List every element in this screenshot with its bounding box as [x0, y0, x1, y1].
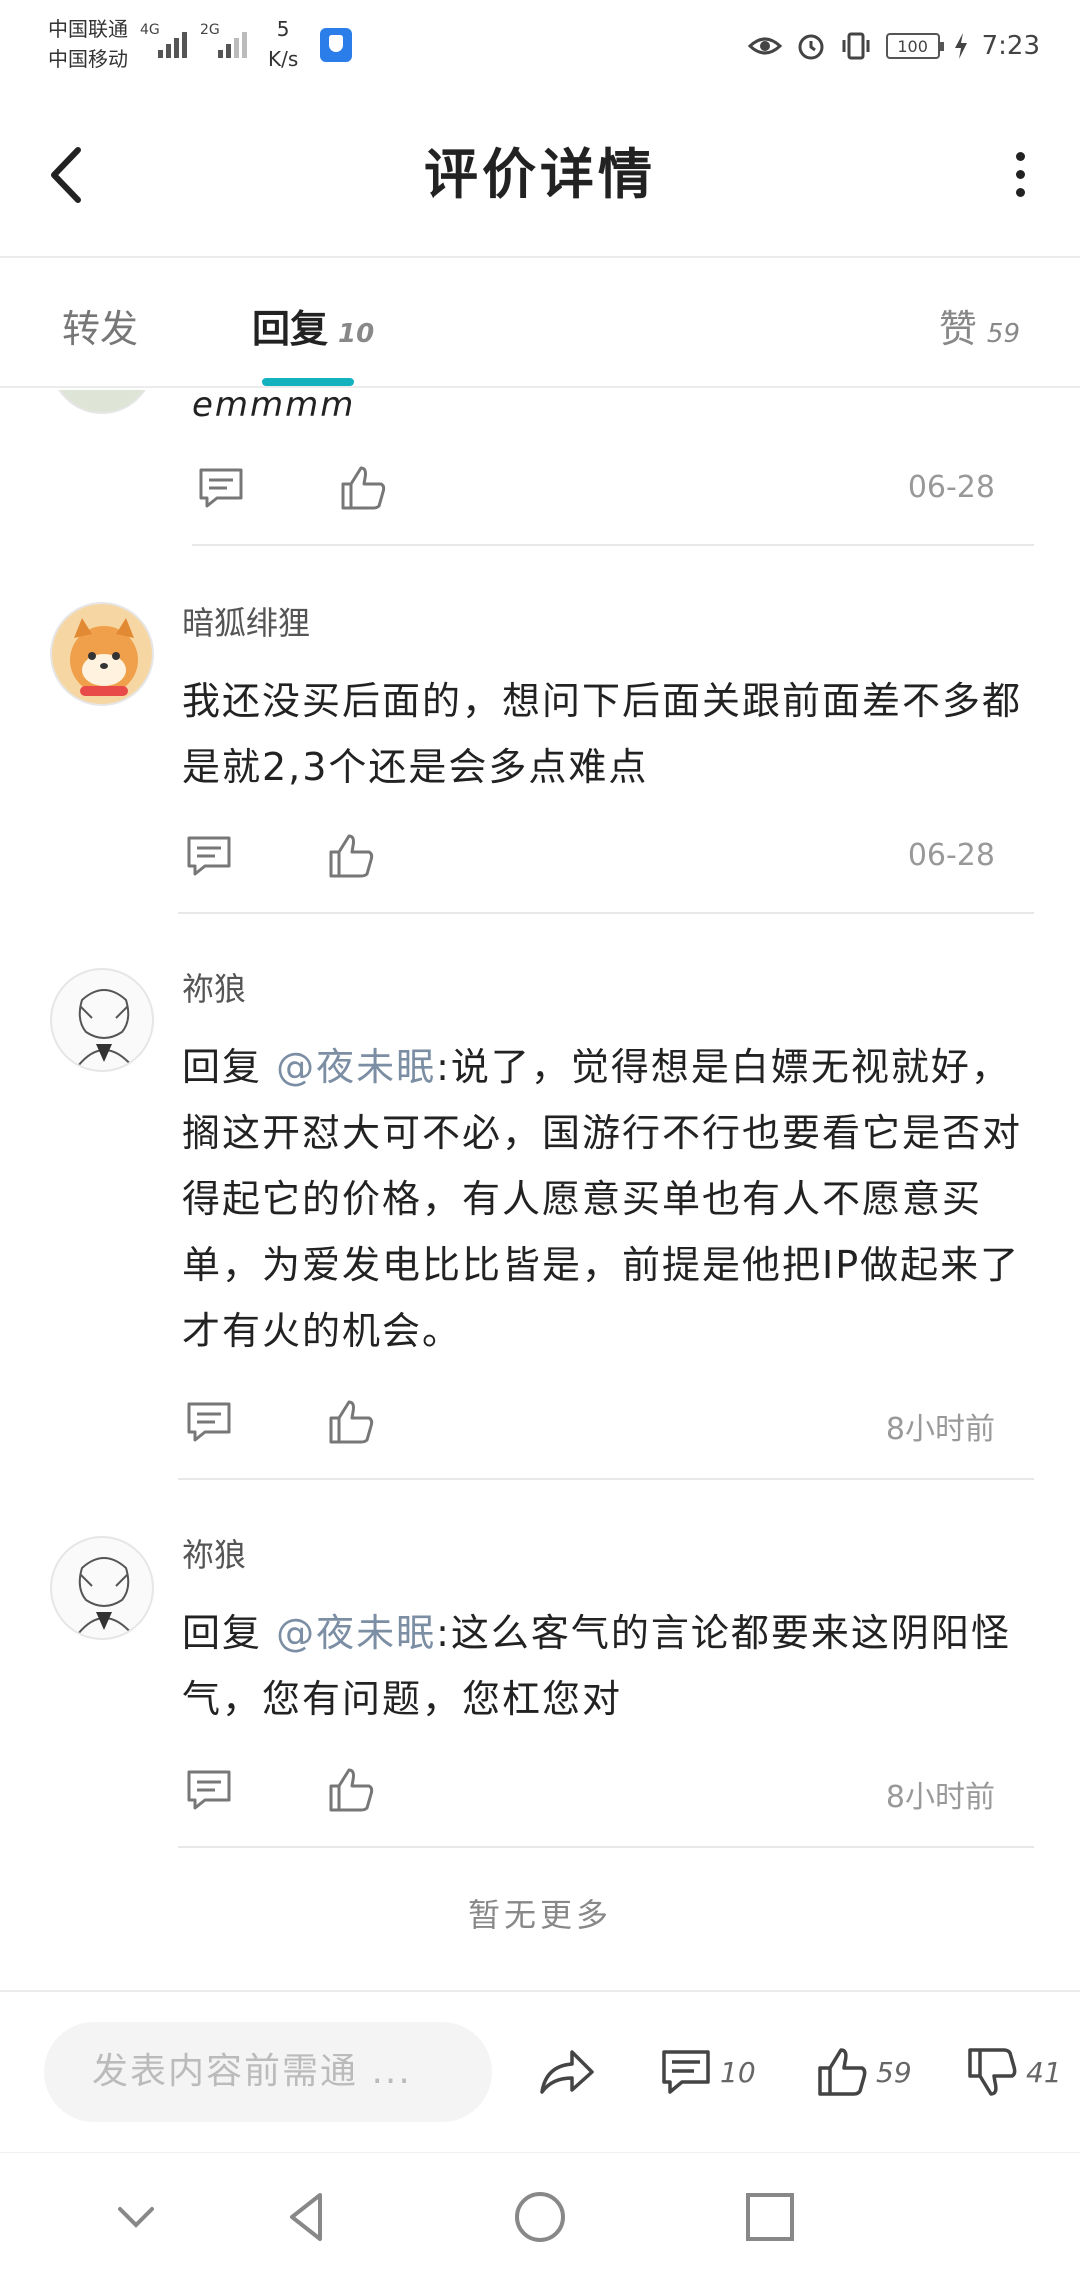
page-title: 评价详情 [424, 143, 656, 206]
sketch-avatar-icon [77, 989, 133, 1067]
comment-actions: 06-28 [183, 830, 995, 890]
avatar[interactable] [50, 1536, 154, 1640]
comment-content: 我还没买后面的，想问下后面关跟前面差不多都是就2,3个还是会多点难点 [182, 679, 1023, 789]
tab-indicator [262, 378, 354, 386]
charging-icon [954, 33, 967, 59]
mention-link[interactable]: @夜未眠 [276, 1611, 436, 1655]
divider [178, 1478, 1034, 1480]
divider [192, 544, 1034, 546]
status-right: 100 7:23 [747, 26, 1040, 66]
comment-content: 回复 @夜未眠:这么客气的言论都要来这阴阳怪气，您有问题，您杠您对 [182, 1600, 1042, 1732]
comment-icon[interactable] [195, 462, 247, 514]
like-button[interactable]: 59 [814, 2042, 912, 2102]
sketch-avatar-icon [77, 1557, 133, 1635]
carrier-info: 中国联通 中国移动 [48, 14, 128, 74]
comment-username[interactable]: 祢狼 [182, 1530, 246, 1576]
vibrate-icon [842, 32, 870, 60]
comment-input[interactable]: 发表内容前需通 ... [44, 2022, 492, 2122]
thumbs-up-icon[interactable] [325, 1396, 377, 1448]
no-more-label: 暂无更多 [467, 1896, 612, 1934]
comment-actions: 8小时前 [183, 1396, 995, 1456]
reply-prefix: 回复 [182, 1045, 277, 1089]
comment-time: 8小时前 [885, 1780, 995, 1815]
status-bar: 中国联通 中国移动 4G 2G 5 K/s 100 7:23 [0, 0, 1080, 90]
share-button[interactable] [536, 2042, 596, 2102]
reply-count: 10 [338, 319, 375, 349]
alarm-icon [798, 34, 824, 60]
nav-home-icon[interactable] [512, 2189, 568, 2245]
comment-content: 回复 @夜未眠:说了，觉得想是白嫖无视就好，搁这开怼大可不必，国游行不行也要看它… [182, 1034, 1042, 1364]
dislike-count: 41 [1026, 2055, 1062, 2089]
thumbs-up-icon[interactable] [337, 462, 389, 514]
comment-username[interactable]: 暗狐绯狸 [182, 598, 310, 644]
network-speed: 5 K/s [268, 17, 299, 71]
title-bar: 评价详情 [0, 90, 1080, 258]
tab-likes[interactable]: 赞 59 [939, 298, 1020, 353]
system-nav-bar [0, 2152, 1080, 2280]
comment-text: :说了，觉得想是白嫖无视就好，搁这开怼大可不必，国游行不行也要看它是否对得起它的… [182, 1045, 1023, 1353]
likes-count: 59 [986, 319, 1020, 349]
thumbs-up-icon[interactable] [325, 830, 377, 882]
thumbs-up-icon[interactable] [325, 1764, 377, 1816]
comment-actions: 06-28 [195, 462, 995, 522]
more-vertical-icon [1000, 152, 1040, 197]
comment-time: 06-28 [907, 470, 995, 505]
reply-prefix: 回复 [182, 1611, 277, 1655]
comment-icon [662, 2050, 710, 2094]
dislike-button[interactable]: 41 [964, 2042, 1062, 2102]
chevron-down-icon[interactable] [108, 2189, 164, 2245]
bottom-action-bar: 发表内容前需通 ... 10 59 41 [0, 1990, 1080, 2152]
share-icon [540, 2050, 594, 2094]
shiba-avatar-icon [70, 618, 138, 696]
avatar[interactable] [50, 602, 154, 706]
tab-bar: 转发 回复 10 赞 59 [0, 258, 1080, 388]
avatar[interactable] [50, 390, 154, 414]
avatar[interactable] [50, 968, 154, 1072]
thumbs-up-icon [818, 2048, 867, 2096]
comment-icon[interactable] [183, 830, 235, 882]
comment-icon[interactable] [183, 1764, 235, 1816]
comment-content: emmmm [192, 390, 356, 425]
clock: 7:23 [981, 31, 1040, 61]
comment-list: emmmm 06-28 暗狐绯狸 我还没买后面的，想问下后面关跟前面差不多都是就… [0, 390, 1080, 1990]
nav-back-icon[interactable] [280, 2189, 336, 2245]
comment-icon[interactable] [183, 1396, 235, 1448]
comment-time: 8小时前 [885, 1412, 995, 1447]
battery-icon: 100 [885, 33, 944, 59]
nav-recents-icon[interactable] [742, 2189, 798, 2245]
comment-username[interactable]: 祢狼 [182, 964, 246, 1010]
tab-forward[interactable]: 转发 [62, 298, 138, 353]
comment-count: 10 [720, 2055, 756, 2089]
shield-icon [320, 28, 352, 62]
divider [178, 912, 1034, 914]
carrier-1: 中国联通 [48, 17, 128, 41]
comment-time: 06-28 [907, 838, 995, 873]
comment-count-button[interactable]: 10 [658, 2042, 756, 2102]
comment-actions: 8小时前 [183, 1764, 995, 1824]
mention-link[interactable]: @夜未眠 [276, 1045, 436, 1089]
more-button[interactable] [1000, 146, 1040, 202]
carrier-2: 中国移动 [48, 47, 128, 71]
thumbs-down-icon [968, 2048, 1017, 2096]
divider [178, 1846, 1034, 1848]
tab-reply[interactable]: 回复 10 [252, 298, 374, 353]
like-count: 59 [876, 2055, 912, 2089]
eye-icon [747, 37, 782, 55]
